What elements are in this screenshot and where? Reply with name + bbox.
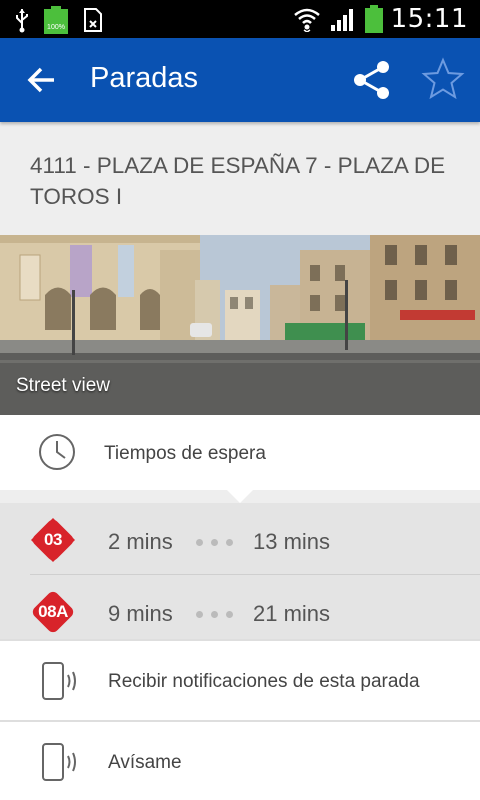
page-title: Paradas bbox=[90, 62, 199, 94]
line-number: 03 bbox=[44, 530, 62, 549]
waiting-times-label: Tiempos de espera bbox=[104, 443, 266, 464]
stop-title: 4111 - PLAZA DE ESPAÑA 7 - PLAZA DE TORO… bbox=[30, 153, 446, 209]
usb-icon bbox=[16, 9, 28, 33]
share-icon[interactable] bbox=[350, 58, 394, 102]
dots-separator bbox=[196, 539, 233, 546]
phone-vibrate-icon bbox=[42, 662, 76, 700]
alert-me-label: Avísame bbox=[108, 752, 182, 773]
waiting-times-header[interactable]: Tiempos de espera bbox=[0, 415, 480, 490]
dots-separator bbox=[196, 611, 233, 618]
second-arrival: 13 mins bbox=[253, 529, 331, 554]
street-view-label: Street view bbox=[16, 375, 110, 396]
battery-percent: 100% bbox=[47, 24, 65, 31]
phone-vibrate-icon bbox=[42, 743, 76, 781]
wifi-icon bbox=[293, 8, 320, 32]
list-item[interactable]: 08A 9 mins 21 mins bbox=[0, 575, 480, 645]
line-badge: 08A bbox=[30, 589, 76, 635]
list-item[interactable]: 03 2 mins 13 mins bbox=[0, 503, 480, 573]
arrival-times-list: 03 2 mins 13 mins 08A 9 mins 21 mins bbox=[0, 503, 480, 639]
section-pointer bbox=[226, 489, 254, 503]
clock-icon bbox=[39, 434, 75, 470]
line-badge: 03 bbox=[30, 517, 76, 563]
second-arrival: 21 mins bbox=[253, 601, 331, 626]
battery-icon bbox=[364, 5, 383, 33]
line-number: 08A bbox=[38, 602, 68, 621]
alert-me-button[interactable]: Avísame bbox=[0, 722, 480, 800]
notifications-button[interactable]: Recibir notificaciones de esta parada bbox=[0, 641, 480, 720]
battery-full-icon: 100% bbox=[44, 6, 68, 34]
first-arrival: 2 mins bbox=[108, 529, 173, 554]
clock-time: 15:11 bbox=[390, 4, 468, 34]
app-bar: Paradas bbox=[0, 38, 480, 122]
sim-icon bbox=[84, 8, 102, 32]
status-bar: 100% 15:11 bbox=[0, 0, 480, 38]
street-view-image[interactable]: Street view bbox=[0, 235, 480, 415]
signal-icon bbox=[330, 9, 353, 31]
notifications-label: Recibir notificaciones de esta parada bbox=[108, 671, 420, 692]
first-arrival: 9 mins bbox=[108, 601, 173, 626]
back-arrow-icon[interactable] bbox=[22, 60, 62, 100]
star-outline-icon[interactable] bbox=[420, 56, 466, 102]
